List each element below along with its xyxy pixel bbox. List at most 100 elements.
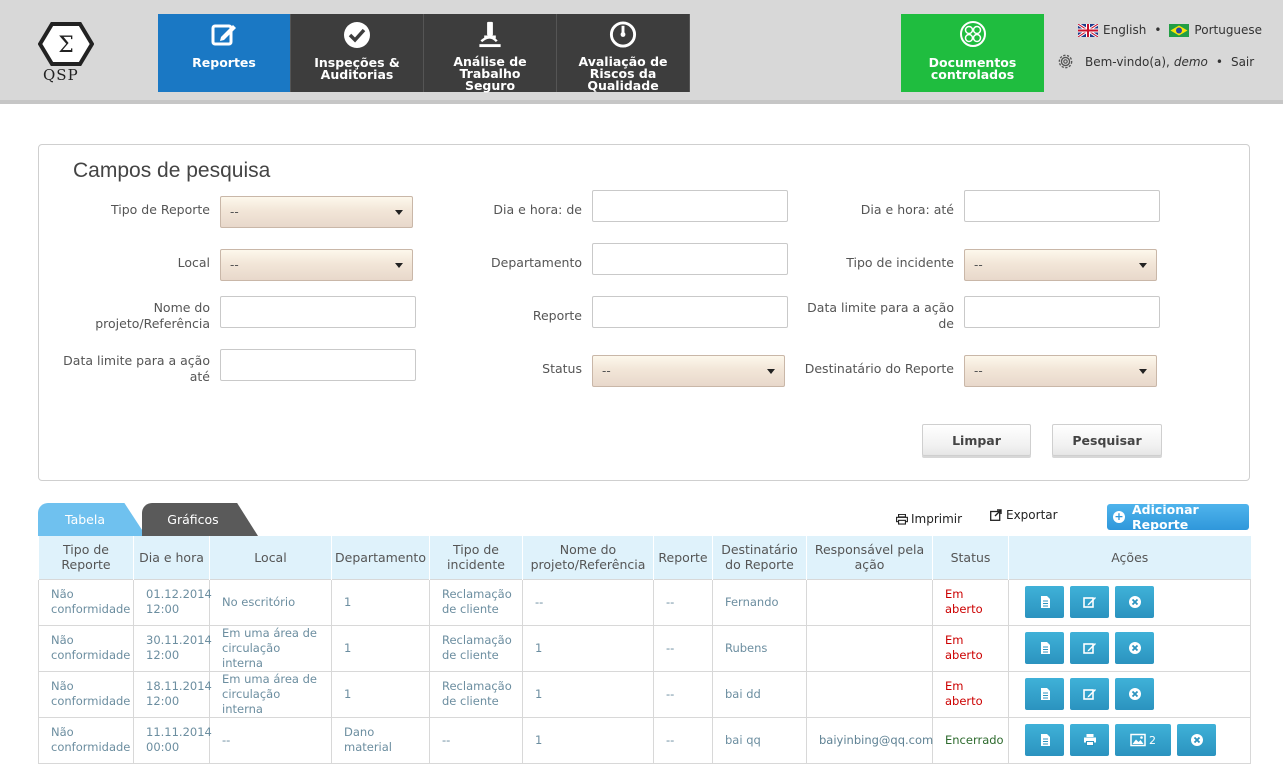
nav-analise[interactable]: Análise de Trabalho Seguro — [424, 14, 557, 92]
input-reporte[interactable] — [592, 296, 788, 328]
view-button[interactable] — [1025, 724, 1064, 756]
input-departamento[interactable] — [592, 243, 788, 275]
app-header: Σ QSP Reportes Inspeções & Auditorias An… — [0, 0, 1283, 104]
header-dia-hora[interactable]: Dia e hora — [133, 536, 210, 579]
actions — [1021, 678, 1242, 710]
search-panel: Campos de pesquisa Tipo de Reporte -- Di… — [38, 144, 1250, 481]
search-title: Campos de pesquisa — [73, 159, 271, 182]
export-link[interactable]: Exportar — [990, 508, 1058, 522]
input-dia-hora-ate[interactable] — [964, 190, 1160, 222]
caret-down-icon — [395, 263, 403, 268]
delete-button[interactable] — [1177, 724, 1216, 756]
cell-tipo: Não conformidade — [38, 624, 134, 672]
search-button[interactable]: Pesquisar — [1052, 424, 1162, 456]
main-nav: Reportes Inspeções & Auditorias Análise … — [158, 14, 690, 92]
header-line: Nome do — [559, 542, 617, 558]
cell-line: de cliente — [442, 694, 499, 708]
header-tipo-incidente[interactable]: Tipo de incidente — [429, 536, 523, 579]
select-tipo-reporte[interactable]: -- — [220, 196, 413, 228]
english-link[interactable]: English — [1103, 23, 1146, 37]
select-tipo-incidente[interactable]: -- — [964, 249, 1157, 281]
clear-button[interactable]: Limpar — [922, 424, 1031, 456]
cell-data: 11.11.2014 00:00 — [133, 716, 212, 764]
table-row[interactable]: Não conformidade 18.11.2014 12:00 Em uma á… — [38, 670, 1251, 718]
view-button[interactable] — [1025, 678, 1064, 710]
cell-incidente: Reclamação de cliente — [429, 670, 523, 718]
view-button[interactable] — [1025, 586, 1064, 618]
edit-button[interactable] — [1070, 632, 1109, 664]
header-line: projeto/Referência — [530, 557, 646, 573]
cell-projeto: 1 — [522, 670, 654, 718]
gear-icon[interactable] — [1056, 52, 1075, 71]
user-name: demo — [1173, 54, 1208, 69]
images-button[interactable]: 2 — [1115, 724, 1171, 756]
label-tipo-incidente: Tipo de incidente — [846, 255, 954, 270]
header-reporte[interactable]: Reporte — [653, 536, 713, 579]
actions: 2 — [1021, 724, 1242, 756]
cell-local: -- — [209, 716, 332, 764]
delete-button[interactable] — [1115, 678, 1154, 710]
header-local[interactable]: Local — [209, 536, 332, 579]
cell-status: Em aberto — [932, 670, 1009, 718]
tab-charts[interactable]: Gráficos — [142, 503, 258, 536]
cell-line: de cliente — [442, 602, 499, 616]
reports-table: Tipo de Reporte Dia e hora Local Departam… — [38, 536, 1251, 764]
print-button[interactable] — [1070, 724, 1109, 756]
select-local[interactable]: -- — [220, 249, 413, 281]
nav-reportes[interactable]: Reportes — [158, 14, 291, 92]
input-dia-hora-de[interactable] — [592, 190, 788, 222]
image-count: 2 — [1149, 733, 1156, 747]
cell-reporte: -- — [653, 624, 713, 672]
cell-line: Não — [51, 587, 74, 601]
cell-destinatario: bai dd — [712, 670, 807, 718]
edit-button[interactable] — [1070, 586, 1109, 618]
print-link[interactable]: Imprimir — [896, 512, 962, 526]
header-acoes: Ações — [1008, 536, 1251, 579]
delete-button[interactable] — [1115, 586, 1154, 618]
input-data-limite-de[interactable] — [964, 296, 1160, 328]
table-row[interactable]: Não conformidade 01.12.2014 12:00 No escri… — [38, 578, 1251, 626]
header-line: Tipo de — [453, 542, 499, 558]
header-responsavel[interactable]: Responsável pela ação — [806, 536, 933, 579]
portuguese-link[interactable]: Portuguese — [1194, 23, 1262, 37]
cell-line: 00:00 — [146, 740, 180, 754]
header-nome-projeto[interactable]: Nome do projeto/Referência — [522, 536, 654, 579]
cell-projeto: 1 — [522, 716, 654, 764]
cell-projeto: -- — [522, 578, 654, 626]
select-destinatario[interactable]: -- — [964, 355, 1157, 387]
uk-flag-icon[interactable] — [1078, 23, 1098, 37]
nav-avaliacao[interactable]: Avaliação de Riscos da Qualidade — [557, 14, 690, 92]
add-report-button[interactable]: + Adicionar Reporte — [1107, 502, 1249, 532]
header-tipo-reporte[interactable]: Tipo de Reporte — [38, 536, 134, 579]
nav-inspecoes[interactable]: Inspeções & Auditorias — [291, 14, 424, 92]
select-value: -- — [230, 205, 239, 219]
controlled-documents-button[interactable]: Documentos controlados — [901, 14, 1044, 92]
header-line: ação — [854, 557, 885, 573]
actions — [1021, 586, 1242, 618]
edit-icon — [1082, 597, 1096, 608]
edit-button[interactable] — [1070, 678, 1109, 710]
microscope-icon — [479, 21, 501, 48]
logout-link[interactable]: Sair — [1231, 55, 1254, 69]
select-status[interactable]: -- — [592, 355, 785, 387]
header-departamento[interactable]: Departamento — [331, 536, 430, 579]
input-nome-projeto[interactable] — [220, 296, 416, 328]
separator: • — [1154, 23, 1162, 37]
edit-icon — [1082, 643, 1096, 654]
table-row[interactable]: Não conformidade 30.11.2014 12:00 Em uma á… — [38, 624, 1251, 672]
header-status[interactable]: Status — [932, 536, 1009, 579]
table-row[interactable]: Não conformidade 11.11.2014 00:00 -- Dano … — [38, 716, 1251, 764]
tab-table[interactable]: Tabela — [38, 503, 146, 536]
header-line: do Reporte — [725, 557, 794, 573]
input-data-limite-ate[interactable] — [220, 349, 416, 381]
header-destinatario[interactable]: Destinatário do Reporte — [712, 536, 807, 579]
brazil-flag-icon[interactable] — [1169, 23, 1190, 37]
actions — [1021, 632, 1242, 664]
cell-line: -- — [222, 732, 231, 747]
cell-incidente: Reclamação de cliente — [429, 578, 523, 626]
cell-line: 18.11.2014 — [146, 679, 212, 693]
export-label: Exportar — [1006, 508, 1058, 522]
view-button[interactable] — [1025, 632, 1064, 664]
delete-button[interactable] — [1115, 632, 1154, 664]
cell-incidente: Reclamação de cliente — [429, 624, 523, 672]
